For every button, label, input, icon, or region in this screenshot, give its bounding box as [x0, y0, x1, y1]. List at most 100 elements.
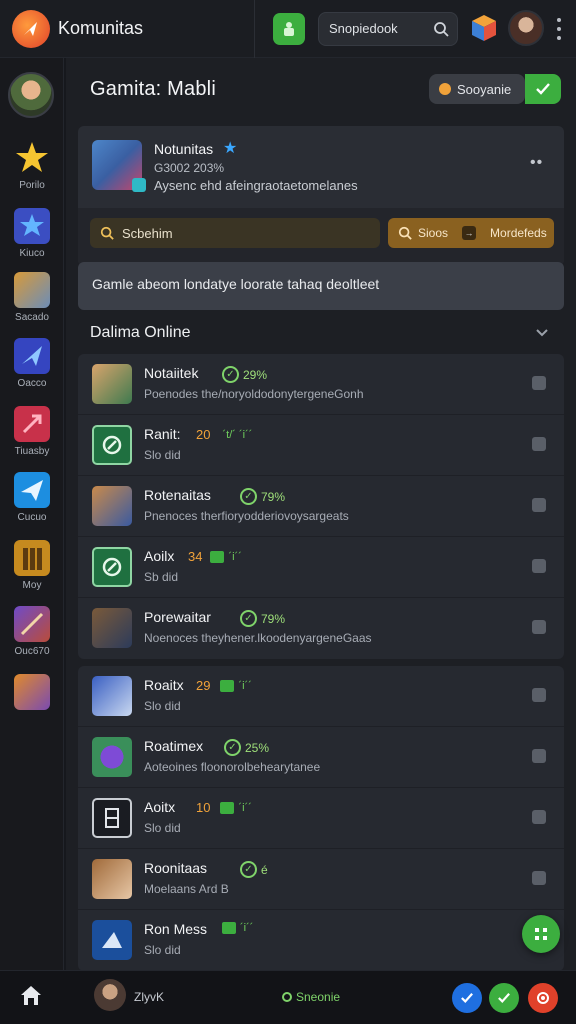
green-square-icon[interactable]: [273, 13, 305, 45]
floating-action-button[interactable]: [522, 915, 560, 953]
sidebar-item-7[interactable]: Ouc670: [0, 606, 64, 657]
confirm-button[interactable]: [489, 983, 519, 1013]
list-item[interactable]: Roonitaas ✓ é Moelaans Ard B: [78, 849, 564, 910]
check-button[interactable]: [452, 983, 482, 1013]
bottom-bar: ZlyvK Sneonie: [0, 970, 576, 1024]
sidebar-avatar[interactable]: [8, 72, 54, 118]
action-icon[interactable]: [532, 498, 546, 512]
bottom-status[interactable]: Sneonie: [282, 990, 340, 1004]
game-badge-icon: [92, 425, 132, 465]
avatar: [92, 920, 132, 960]
action-icon[interactable]: [532, 620, 546, 634]
list-item[interactable]: Roaitx 29 ´i´´ Slo did: [78, 666, 564, 727]
search-icon: [100, 226, 114, 240]
item-subtitle: Sb did: [144, 570, 179, 584]
list-item[interactable]: Porewaitar ✓ 79% Noenoces theyhener.lkood…: [78, 598, 564, 659]
item-subtitle: Slo did: [144, 699, 181, 713]
page-title: Gamita: Mabli: [90, 78, 216, 100]
profile-name: Notunitas: [154, 141, 214, 157]
header-button-label: Sooyanie: [457, 81, 512, 97]
tower-icon: [14, 540, 50, 576]
check-circle-icon: ✓: [240, 488, 257, 505]
action-icon[interactable]: [532, 437, 546, 451]
profile-avatar[interactable]: [92, 140, 146, 192]
profile-action-label: Sioos: [418, 226, 449, 240]
action-icon[interactable]: [532, 688, 546, 702]
status: ✓ 79%: [240, 610, 285, 627]
sidebar-item-1[interactable]: Kiuco: [0, 208, 64, 259]
list-item[interactable]: Aoitx 10 ´i´´ Slo did: [78, 788, 564, 849]
list-item[interactable]: Notaiitek ✓ 29% Poenodes the/noryoldodony…: [78, 354, 564, 415]
sidebar-item-label: Tiuasby: [14, 446, 50, 457]
search-box[interactable]: [318, 12, 458, 46]
item-subtitle: Slo did: [144, 448, 181, 462]
avatar[interactable]: [508, 10, 544, 46]
sidebar-item-5[interactable]: Cucuo: [0, 472, 64, 523]
more-icon[interactable]: ••: [530, 154, 543, 172]
profile-search-label: Scbehim: [122, 225, 173, 241]
action-icon[interactable]: [532, 871, 546, 885]
sidebar-item-label: Oacco: [17, 378, 47, 389]
sidebar-item-4[interactable]: Tiuasby: [0, 406, 64, 457]
profile-card: Notunitas ★ G3002 203% Aysenc ehd afeing…: [78, 126, 564, 266]
home-icon[interactable]: [18, 983, 44, 1014]
grid-icon: [535, 928, 547, 940]
pin-icon: [14, 406, 50, 442]
profile-action-button[interactable]: Sioos → Mordefeds: [388, 218, 554, 248]
sidebar-item-8[interactable]: [0, 674, 64, 710]
paper-plane-icon: [14, 472, 50, 508]
game-art-icon: [14, 674, 50, 710]
check-circle-icon: ✓: [222, 366, 239, 383]
star-badge-icon: [14, 208, 50, 244]
document-icon: [92, 798, 132, 838]
sidebar-item-2[interactable]: Sacado: [0, 272, 64, 323]
profile-search-button[interactable]: Scbehim: [90, 218, 380, 248]
profile-action-label-2: Mordefeds: [490, 226, 547, 240]
game-badge-icon: [92, 547, 132, 587]
section-title: Dalima Online: [90, 324, 191, 341]
search-icon[interactable]: [433, 21, 449, 42]
search-input[interactable]: [329, 21, 429, 36]
chevron-down-icon[interactable]: [534, 324, 550, 340]
check-circle-icon: ✓: [240, 861, 257, 878]
avatar: [92, 608, 132, 648]
sword-icon: [14, 606, 50, 642]
friend-list: Roaitx 29 ´i´´ Slo did Roatimex ✓ 25% Aote…: [78, 666, 564, 971]
list-item[interactable]: Ron Mess ´i´´ Slo did: [78, 910, 564, 971]
item-name: Roaitx: [144, 677, 184, 693]
sidebar-item-3[interactable]: Oacco: [0, 338, 64, 389]
list-item[interactable]: Aoilx 34 ´i´´ Sb did: [78, 537, 564, 598]
check-circle-icon: ✓: [224, 739, 241, 756]
item-subtitle: Pnenoces therfioryodderiovoysargeats: [144, 509, 349, 523]
list-item[interactable]: Roatimex ✓ 25% Aoteoines floonorolbeheary…: [78, 727, 564, 788]
item-name: Porewaitar: [144, 609, 211, 625]
header-button[interactable]: Sooyanie: [429, 74, 525, 104]
notice-banner: Gamle abeom londatye loorate tahaq deolt…: [78, 262, 564, 310]
item-name: Rotenaitas: [144, 487, 211, 503]
list-item[interactable]: Ranit: 20 ´t/´ ´i´´ Slo did: [78, 415, 564, 476]
kebab-icon[interactable]: [556, 18, 562, 40]
coin-icon: [439, 83, 451, 95]
sidebar-item-label: Cucuo: [17, 512, 47, 523]
action-icon[interactable]: [532, 376, 546, 390]
sidebar: Porilo Kiuco Sacado Oacco Tiuasby Cucuo …: [0, 58, 64, 970]
app-logo-icon[interactable]: [12, 10, 50, 48]
action-icon[interactable]: [532, 810, 546, 824]
item-subtitle: Moelaans Ard B: [144, 882, 229, 896]
record-button[interactable]: [528, 983, 558, 1013]
profile-stat: G3002 203%: [154, 161, 225, 175]
confirm-button[interactable]: [525, 74, 561, 104]
cube-icon[interactable]: [470, 13, 498, 43]
top-bar: Komunitas: [0, 0, 576, 58]
action-icon[interactable]: [532, 749, 546, 763]
avatar[interactable]: [94, 979, 126, 1011]
avatar: [92, 364, 132, 404]
action-icon[interactable]: [532, 559, 546, 573]
list-item[interactable]: Rotenaitas ✓ 79% Pnenoces therfioryodderi…: [78, 476, 564, 537]
check-icon: [536, 83, 550, 95]
sidebar-item-6[interactable]: Moy: [0, 540, 64, 591]
status-dot-icon: [282, 992, 292, 1002]
sidebar-item-0[interactable]: Porilo: [0, 140, 64, 191]
status: ´i´´: [222, 922, 253, 934]
profile-description: Aysenc ehd afeingraotaetomelanes: [154, 178, 358, 193]
